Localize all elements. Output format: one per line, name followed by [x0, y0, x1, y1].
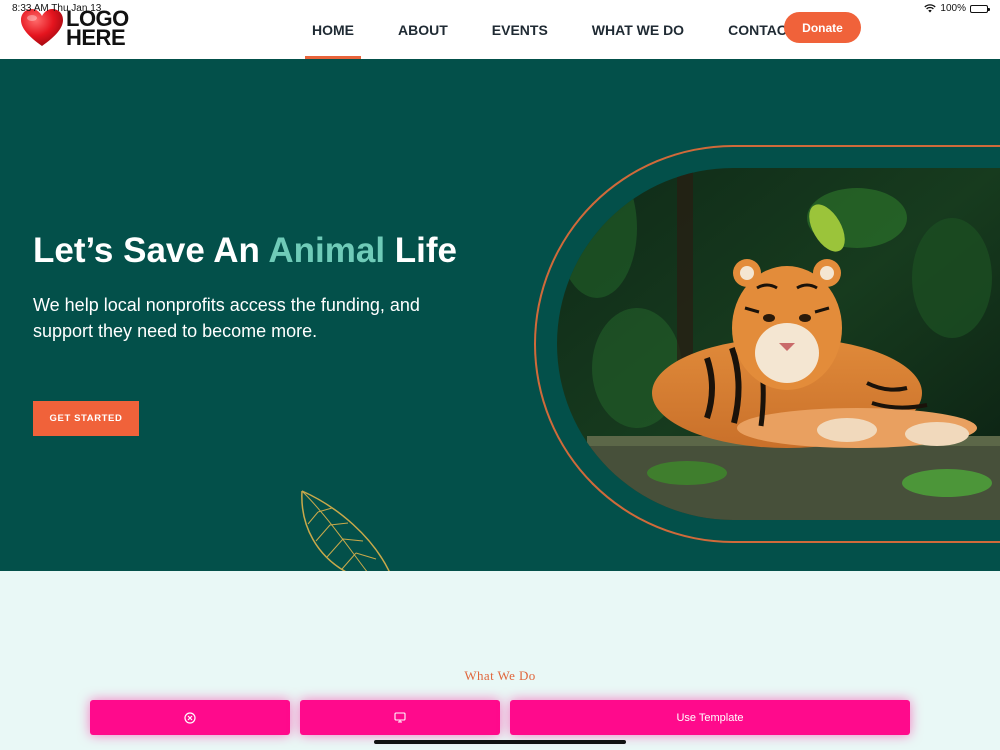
- heart-icon: [21, 9, 63, 46]
- hero-section: Let’s Save An Animal Life We help local …: [0, 59, 1000, 571]
- tiger-image: [557, 168, 1000, 520]
- get-started-button[interactable]: GET STARTED: [33, 401, 139, 436]
- monitor-icon: [394, 712, 406, 723]
- preview-button[interactable]: [300, 700, 500, 735]
- logo[interactable]: LOGO HERE: [20, 8, 129, 50]
- status-indicators: 100%: [924, 3, 990, 14]
- close-circle-icon: [184, 711, 196, 724]
- battery-icon: [970, 4, 990, 13]
- donate-button[interactable]: Donate: [784, 12, 861, 43]
- wifi-icon: [924, 4, 937, 13]
- battery-percent: 100%: [940, 3, 966, 14]
- main-nav: HOME ABOUT EVENTS WHAT WE DO CONTACT: [290, 0, 817, 59]
- leaf-illustration: [301, 490, 390, 571]
- home-indicator[interactable]: [374, 740, 626, 744]
- hero-title-accent: Animal: [268, 231, 386, 270]
- hero-title-start: Let’s Save An: [33, 231, 269, 270]
- nav-events[interactable]: EVENTS: [470, 0, 570, 59]
- logo-line-2: HERE: [66, 25, 126, 50]
- section-label: What We Do: [464, 668, 536, 683]
- nav-what-we-do[interactable]: WHAT WE DO: [570, 0, 706, 59]
- logo-text: LOGO HERE: [66, 8, 129, 50]
- site-header: LOGO HERE HOME ABOUT EVENTS WHAT WE DO C…: [0, 0, 1000, 59]
- nav-about[interactable]: ABOUT: [376, 0, 470, 59]
- status-time: 8:33 AM Thu Jan 13: [12, 3, 102, 14]
- hero-title: Let’s Save An Animal Life: [33, 231, 457, 271]
- hero-title-end: Life: [385, 231, 458, 270]
- hero-subtitle: We help local nonprofits access the fund…: [33, 295, 420, 341]
- nav-home[interactable]: HOME: [290, 0, 376, 59]
- use-template-button[interactable]: Use Template: [510, 700, 910, 735]
- close-button[interactable]: [90, 700, 290, 735]
